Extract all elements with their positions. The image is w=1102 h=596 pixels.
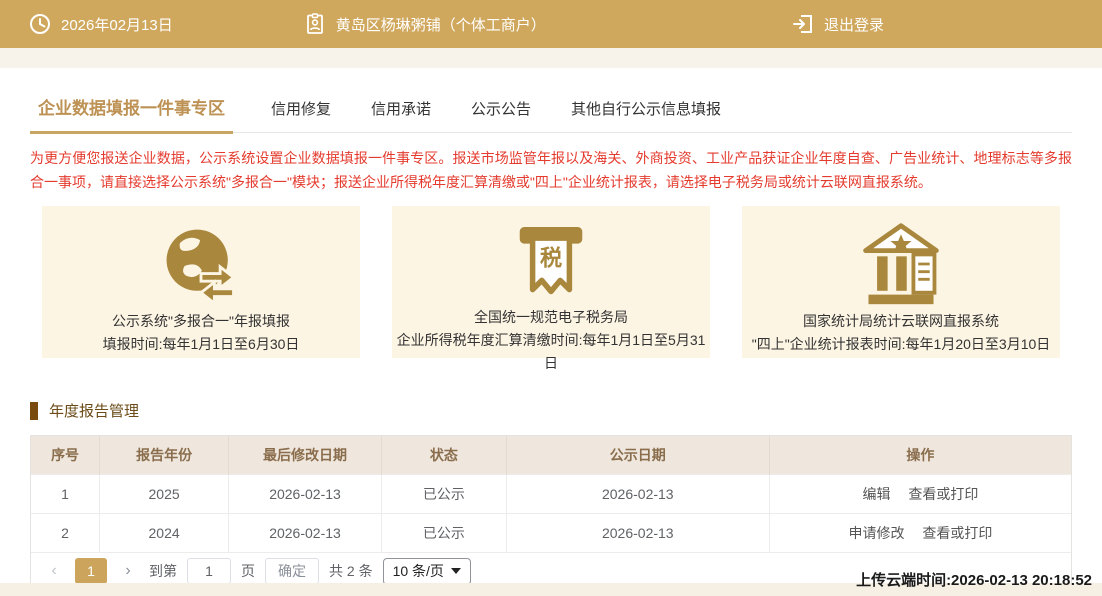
apply-modify-link[interactable]: 申请修改	[848, 525, 904, 541]
entry-cards: 公示系统"多报合一"年报填报 填报时间:每年1月1日至6月30日 税 全国统一规…	[30, 206, 1072, 358]
tab-enterprise-data-filing[interactable]: 企业数据填报一件事专区	[30, 86, 233, 134]
view-or-print-link[interactable]: 查看或打印	[908, 486, 978, 502]
card-line1: 公示系统"多报合一"年报填报	[103, 310, 300, 333]
svg-text:税: 税	[540, 246, 562, 272]
col-index: 序号	[31, 436, 100, 474]
top-bar: 2026年02月13日 黄岛区杨琳粥铺（个体工商户） 退出登录	[0, 0, 1102, 48]
cell-actions: 申请修改 查看或打印	[769, 513, 1071, 552]
logout-icon	[791, 12, 815, 36]
upload-time-label: 上传云端时间:2026-02-13 20:18:52	[856, 569, 1092, 590]
section-annual-report-management: 年度报告管理	[30, 400, 1072, 421]
next-page-button[interactable]: ›	[117, 562, 139, 580]
cell-actions: 编辑 查看或打印	[769, 474, 1071, 513]
edit-link[interactable]: 编辑	[862, 486, 890, 502]
logout-label: 退出登录	[824, 14, 884, 35]
table-row: 1 2025 2026-02-13 已公示 2026-02-13 编辑 查看或打…	[31, 474, 1071, 513]
card-text: 国家统计局统计云联网直报系统 "四上"企业统计报表时间:每年1月20日至3月10…	[752, 310, 1051, 356]
date-label: 2026年02月13日	[61, 14, 173, 35]
chevron-down-icon	[451, 568, 461, 574]
page-unit-label: 页	[241, 561, 255, 581]
cell-index: 1	[31, 474, 100, 513]
account-info: 黄岛区杨琳粥铺（个体工商户）	[303, 12, 546, 36]
section-title-text: 年度报告管理	[49, 400, 139, 421]
cell-index: 2	[31, 513, 100, 552]
annual-report-table: 序号 报告年份 最后修改日期 状态 公示日期 操作 1 2025 2026-02…	[31, 436, 1071, 552]
cell-modified: 2026-02-13	[229, 474, 382, 513]
table-header-row: 序号 报告年份 最后修改日期 状态 公示日期 操作	[31, 436, 1071, 474]
header-substrip	[0, 48, 1102, 68]
col-publish-date: 公示日期	[506, 436, 769, 474]
page-size-value: 10 条/页	[393, 561, 444, 581]
account-name: 黄岛区杨琳粥铺（个体工商户）	[336, 14, 546, 35]
cell-published: 2026-02-13	[506, 513, 769, 552]
confirm-button[interactable]: 确定	[265, 558, 319, 584]
main-content: 企业数据填报一件事专区 信用修复 信用承诺 公示公告 其他自行公示信息填报 为更…	[0, 86, 1102, 590]
annual-report-table-container: 序号 报告年份 最后修改日期 状态 公示日期 操作 1 2025 2026-02…	[30, 435, 1072, 590]
notice-text: 为更方便您报送企业数据，公示系统设置企业数据填报一件事专区。报送市场监管年报以及…	[30, 146, 1072, 194]
table-row: 2 2024 2026-02-13 已公示 2026-02-13 申请修改 查看…	[31, 513, 1071, 552]
col-status: 状态	[381, 436, 506, 474]
card-line1: 全国统一规范电子税务局	[392, 306, 710, 329]
goto-page-input[interactable]	[187, 558, 231, 584]
col-actions: 操作	[769, 436, 1071, 474]
page-number-button[interactable]: 1	[75, 558, 107, 584]
badge-icon	[303, 12, 327, 36]
card-line1: 国家统计局统计云联网直报系统	[752, 310, 1051, 333]
bank-icon	[853, 218, 949, 310]
cell-year: 2024	[100, 513, 229, 552]
prev-page-button[interactable]: ‹	[43, 562, 65, 580]
cell-published: 2026-02-13	[506, 474, 769, 513]
current-date: 2026年02月13日	[28, 12, 173, 36]
cell-status: 已公示	[381, 474, 506, 513]
card-line2: "四上"企业统计报表时间:每年1月20日至3月10日	[752, 333, 1051, 356]
card-line2: 企业所得税年度汇算清缴时间:每年1月1日至5月31日	[392, 329, 710, 375]
logout-button[interactable]: 退出登录	[791, 12, 884, 36]
globe-sync-icon	[153, 218, 249, 310]
page-size-select[interactable]: 10 条/页	[383, 558, 471, 585]
tab-bar: 企业数据填报一件事专区 信用修复 信用承诺 公示公告 其他自行公示信息填报	[30, 86, 1072, 133]
cell-status: 已公示	[381, 513, 506, 552]
tab-public-announcement[interactable]: 公示公告	[469, 90, 533, 132]
cell-year: 2025	[100, 474, 229, 513]
goto-label: 到第	[149, 561, 177, 581]
col-report-year: 报告年份	[100, 436, 229, 474]
card-electronic-tax-bureau[interactable]: 税 全国统一规范电子税务局 企业所得税年度汇算清缴时间:每年1月1日至5月31日	[392, 206, 710, 358]
card-annual-report-filing[interactable]: 公示系统"多报合一"年报填报 填报时间:每年1月1日至6月30日	[42, 206, 360, 358]
tab-credit-commitment[interactable]: 信用承诺	[369, 90, 433, 132]
tab-credit-repair[interactable]: 信用修复	[269, 90, 333, 132]
card-line2: 填报时间:每年1月1日至6月30日	[103, 333, 300, 356]
clock-icon	[28, 12, 52, 36]
col-last-modified: 最后修改日期	[229, 436, 382, 474]
card-text: 全国统一规范电子税务局 企业所得税年度汇算清缴时间:每年1月1日至5月31日	[392, 306, 710, 375]
card-statistics-direct-report[interactable]: 国家统计局统计云联网直报系统 "四上"企业统计报表时间:每年1月20日至3月10…	[742, 206, 1060, 358]
cell-modified: 2026-02-13	[229, 513, 382, 552]
tab-other-self-disclosure[interactable]: 其他自行公示信息填报	[569, 90, 723, 132]
tax-ribbon-icon: 税	[505, 218, 597, 306]
section-title-bar	[30, 402, 38, 420]
total-count-label: 共 2 条	[329, 561, 373, 581]
card-text: 公示系统"多报合一"年报填报 填报时间:每年1月1日至6月30日	[103, 310, 300, 356]
view-or-print-link[interactable]: 查看或打印	[922, 525, 992, 541]
